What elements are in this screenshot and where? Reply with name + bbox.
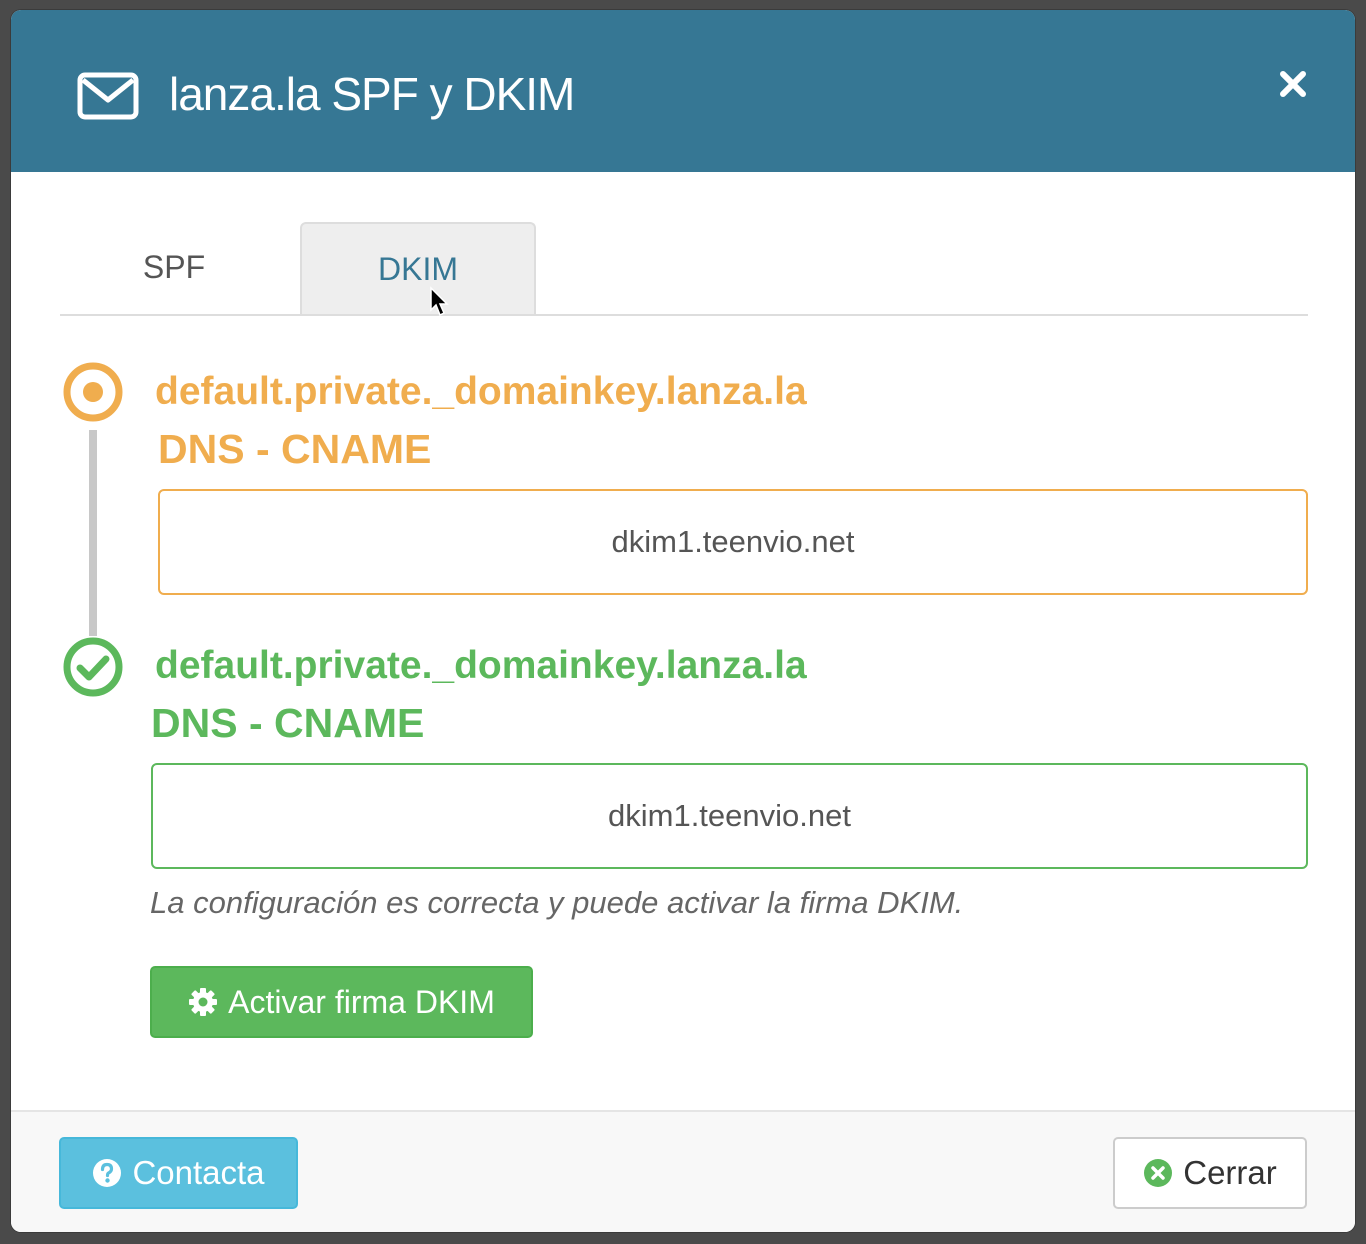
contact-label: Contacta (132, 1154, 265, 1191)
activate-dkim-label: Activar firma DKIM (228, 983, 495, 1020)
check-circle-icon (63, 637, 123, 697)
timeline-connector (89, 430, 97, 636)
question-circle-icon (93, 1159, 122, 1187)
help-text: La configuración es correcta y puede act… (150, 885, 964, 920)
modal-header: lanza.la SPF y DKIM (11, 10, 1355, 172)
record-name-ok: default.private._domainkey.lanza.la (155, 644, 807, 687)
record-type-pending: DNS - CNAME (158, 426, 432, 472)
envelope-icon (77, 72, 139, 120)
tab-bar: SPF DKIM (60, 222, 1308, 316)
close-button[interactable]: Cerrar (1113, 1137, 1307, 1209)
activate-dkim-button[interactable]: Activar firma DKIM (150, 966, 533, 1038)
tab-dkim[interactable]: DKIM (300, 222, 536, 314)
mouse-cursor-icon (430, 286, 449, 317)
contact-button[interactable]: Contacta (59, 1137, 298, 1209)
record-value-ok: dkim1.teenvio.net (151, 763, 1308, 869)
record-type-ok: DNS - CNAME (151, 700, 425, 746)
gear-icon (189, 988, 218, 1016)
dot-circle-icon (63, 362, 123, 422)
dkim-modal: lanza.la SPF y DKIM SPF DKIM default.pri… (11, 10, 1355, 1232)
record-value-pending: dkim1.teenvio.net (158, 489, 1308, 595)
tab-spf[interactable]: SPF (60, 222, 288, 312)
times-circle-icon (1144, 1159, 1173, 1187)
close-label: Cerrar (1183, 1154, 1277, 1191)
record-name-pending: default.private._domainkey.lanza.la (155, 370, 807, 413)
close-icon[interactable] (1273, 64, 1313, 104)
modal-footer: Contacta Cerrar (11, 1110, 1355, 1232)
modal-title: lanza.la SPF y DKIM (169, 68, 575, 120)
